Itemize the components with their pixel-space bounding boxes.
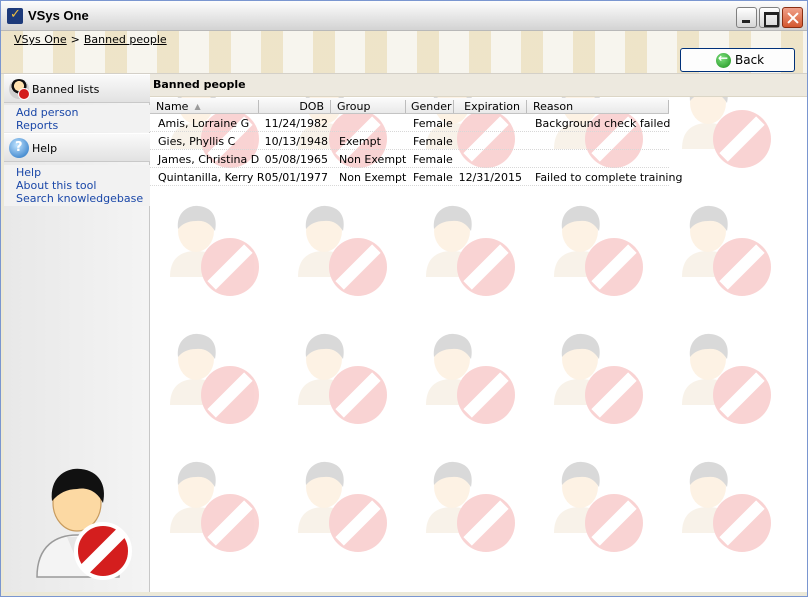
back-arrow-icon: [716, 51, 731, 68]
cell-group: Non Exempt: [339, 153, 407, 166]
column-divider[interactable]: [526, 100, 527, 113]
column-header-label: Name: [156, 100, 189, 113]
main-panel: Banned people Name ▲ DOB Group Gender Ex…: [150, 74, 807, 592]
cell-name: James, Christina D: [158, 153, 260, 166]
cell-dob: 05/01/1977: [264, 171, 328, 184]
sidebar-links-banned: Add person Reports: [4, 105, 150, 132]
cell-reason: Background check failed: [535, 117, 671, 130]
column-divider[interactable]: [258, 100, 259, 113]
minimize-button[interactable]: [736, 7, 757, 28]
window-title: VSys One: [28, 8, 89, 23]
back-button[interactable]: Back: [680, 48, 795, 72]
sidebar-section-title: Help: [32, 142, 58, 155]
back-button-label: Back: [735, 53, 765, 67]
sidebar-links-help: Help About this tool Search knowledgebas…: [4, 165, 150, 206]
banned-person-icon: [9, 79, 30, 100]
cell-name: Amis, Lorraine G: [158, 117, 250, 130]
table-row[interactable]: Quintanilla, Kerry R 05/01/1977 Non Exem…: [150, 168, 682, 186]
sidebar-section-help[interactable]: Help: [4, 133, 150, 162]
column-header-gender[interactable]: Gender: [411, 100, 452, 113]
column-header-group[interactable]: Group: [337, 100, 371, 113]
breadcrumb-current-link[interactable]: Banned people: [84, 33, 167, 46]
table-header: Name ▲ DOB Group Gender Expiration Reason: [150, 98, 669, 114]
column-header-name[interactable]: Name ▲: [156, 100, 201, 113]
page-title: Banned people: [153, 78, 246, 91]
column-header-expiration[interactable]: Expiration: [456, 100, 520, 113]
title-bar[interactable]: VSys One: [1, 1, 807, 31]
cell-dob: 11/24/1982: [264, 117, 328, 130]
sort-ascending-icon: ▲: [194, 102, 201, 111]
search-knowledgebase-link[interactable]: Search knowledgebase: [16, 192, 150, 205]
cell-group: Exempt: [339, 135, 381, 148]
about-link[interactable]: About this tool: [16, 179, 150, 192]
column-header-dob[interactable]: DOB: [270, 100, 324, 113]
column-divider[interactable]: [330, 100, 331, 113]
banned-people-table: Name ▲ DOB Group Gender Expiration Reason…: [150, 98, 682, 186]
help-icon: [9, 138, 29, 158]
table-row[interactable]: James, Christina D 05/08/1965 Non Exempt…: [150, 150, 669, 168]
cell-expiration: 12/31/2015: [458, 171, 522, 184]
reports-link[interactable]: Reports: [16, 119, 150, 132]
table-row[interactable]: Gies, Phyllis C 10/13/1948 Exempt Female: [150, 132, 669, 150]
cell-group: Non Exempt: [339, 171, 407, 184]
cell-name: Gies, Phyllis C: [158, 135, 236, 148]
help-link[interactable]: Help: [16, 166, 150, 179]
cell-reason: Failed to complete training: [535, 171, 683, 184]
app-logo-icon: [7, 7, 23, 24]
cell-gender: Female: [413, 153, 453, 166]
cell-name: Quintanilla, Kerry R: [158, 171, 265, 184]
cell-gender: Female: [413, 135, 453, 148]
banner: VSys One> Banned people Back: [1, 31, 807, 74]
breadcrumb: VSys One > Banned people: [14, 33, 167, 46]
cell-gender: Female: [413, 171, 453, 184]
main-header: Banned people: [150, 74, 807, 97]
add-person-link[interactable]: Add person: [16, 106, 150, 119]
cell-dob: 10/13/1948: [264, 135, 328, 148]
sidebar-section-title: Banned lists: [32, 83, 100, 96]
sidebar-section-banned-lists[interactable]: Banned lists: [4, 74, 150, 103]
breadcrumb-separator: >: [70, 33, 80, 46]
column-divider[interactable]: [405, 100, 406, 113]
column-header-reason[interactable]: Reason: [533, 100, 573, 113]
column-divider[interactable]: [668, 100, 669, 113]
close-button[interactable]: [782, 7, 803, 28]
column-divider[interactable]: [453, 100, 454, 113]
cell-dob: 05/08/1965: [264, 153, 328, 166]
breadcrumb-root-link[interactable]: VSys One: [14, 33, 67, 46]
app-window: VSys One VSys One>Banned people Back Ban…: [0, 0, 808, 597]
table-row[interactable]: Amis, Lorraine G 11/24/1982 Female Backg…: [150, 114, 671, 132]
maximize-button[interactable]: [759, 7, 780, 28]
cell-gender: Female: [413, 117, 453, 130]
banned-person-large-icon: [36, 468, 132, 580]
